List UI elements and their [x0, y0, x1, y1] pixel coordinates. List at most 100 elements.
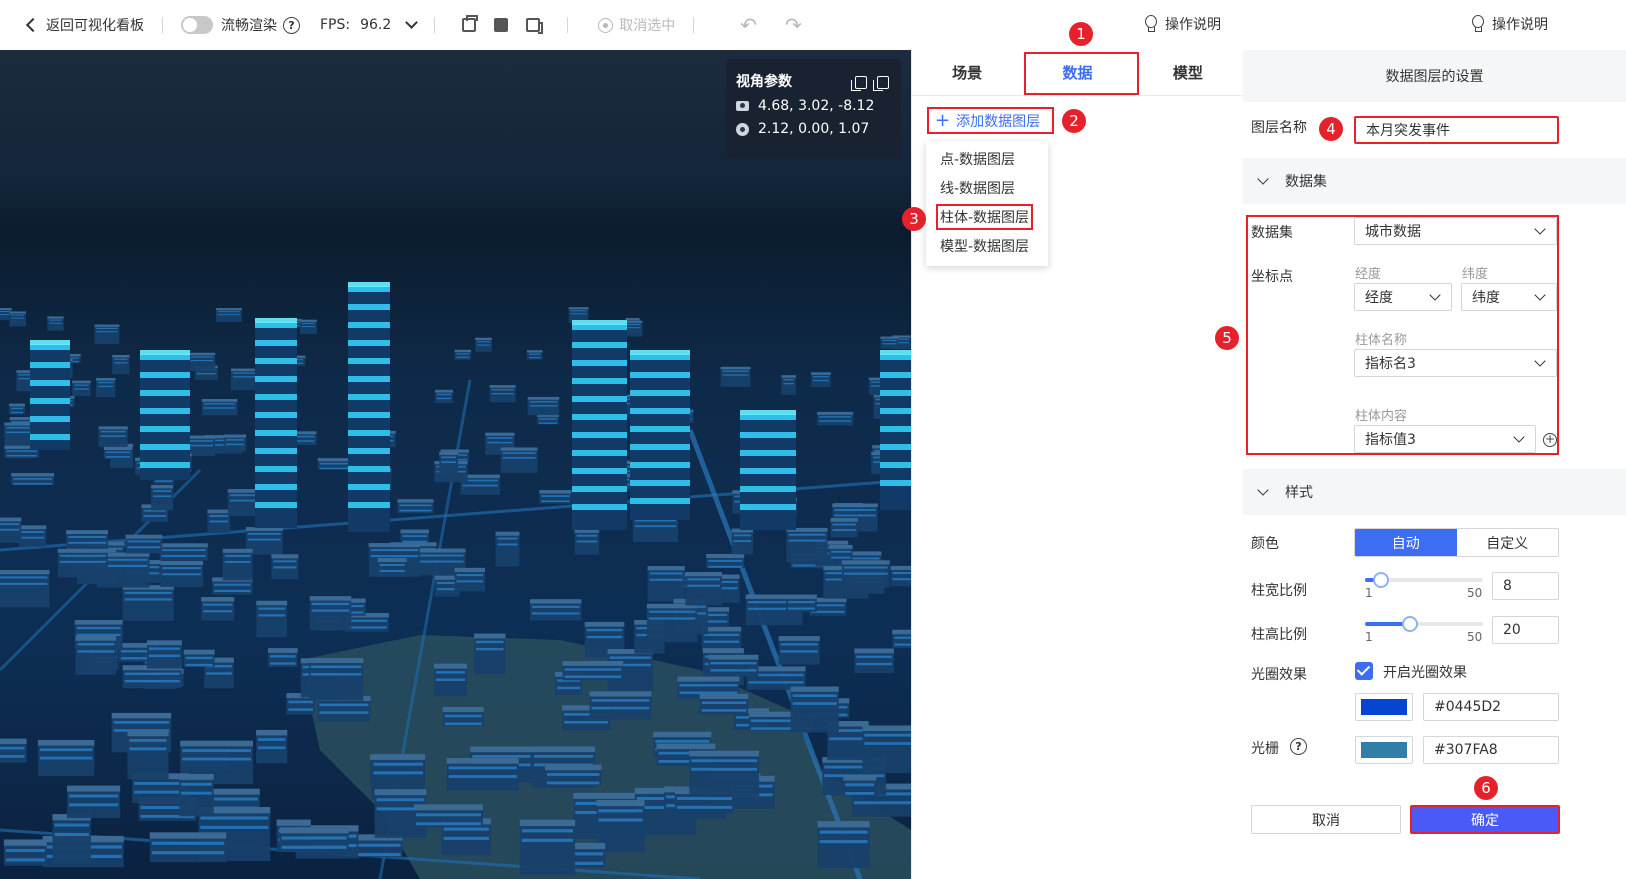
menu-item-column-layer[interactable]: 柱体-数据图层 [926, 202, 1048, 231]
tower-light-band [630, 426, 690, 432]
tower-light-band [255, 502, 297, 508]
help-link[interactable]: 操作说明 [1471, 14, 1548, 34]
slider-thumb[interactable] [1373, 572, 1389, 588]
height-ratio-input[interactable]: 20 [1492, 616, 1559, 644]
redo-icon[interactable]: ↷ [785, 13, 802, 37]
width-ratio-slider[interactable]: 1 50 [1365, 570, 1483, 600]
slider-thumb[interactable] [1402, 616, 1418, 632]
building-roof [778, 636, 820, 641]
chevron-down-icon[interactable] [405, 16, 419, 29]
building-window [487, 437, 513, 439]
building-roof [454, 349, 472, 353]
style-section-header[interactable]: 样式 [1243, 469, 1626, 515]
building-window [792, 694, 837, 698]
building-roof [256, 729, 288, 736]
column-name-select[interactable]: 指标名3 [1354, 349, 1557, 377]
smooth-render-toggle[interactable] [181, 16, 213, 34]
building-window [703, 640, 740, 643]
building-window [76, 633, 121, 637]
building-window [258, 607, 286, 610]
help-link[interactable]: 操作说明 [1144, 14, 1221, 34]
width-ratio-label: 柱宽比例 [1251, 583, 1307, 599]
add-circle-icon[interactable]: + [1543, 433, 1557, 447]
grating-color-swatch[interactable] [1355, 736, 1413, 764]
layer-name-input[interactable]: 本月突发事件 [1354, 116, 1559, 144]
building-window [819, 840, 868, 844]
confirm-button[interactable]: 确定 [1410, 805, 1560, 834]
color-auto-button[interactable]: 自动 [1355, 529, 1457, 556]
building-window [209, 520, 229, 523]
tower [140, 350, 190, 480]
tower-light-band [255, 430, 297, 436]
paste-icon[interactable] [873, 76, 889, 91]
building-window [813, 376, 829, 378]
building-window [402, 535, 428, 538]
halo-color-swatch[interactable] [1355, 693, 1413, 721]
building-window [0, 755, 25, 758]
building-window [788, 607, 815, 610]
view-solid-icon[interactable] [494, 18, 509, 32]
cancel-select-button[interactable]: 取消选中 [598, 15, 675, 35]
building-window [258, 746, 286, 750]
view-side-icon[interactable] [526, 18, 544, 34]
tower-top [630, 350, 690, 355]
back-button[interactable]: 返回可视化看板 [25, 15, 144, 35]
dataset-value: 城市数据 [1365, 224, 1421, 240]
building-window [203, 610, 233, 613]
building [439, 451, 459, 477]
menu-item-line-layer[interactable]: 线-数据图层 [926, 173, 1048, 202]
building-roof [495, 531, 520, 536]
tab-scene[interactable]: 场景 [912, 50, 1022, 95]
halo-color-input[interactable]: #0445D2 [1423, 693, 1559, 721]
grating-color-input[interactable]: #307FA8 [1423, 736, 1559, 764]
building-window [546, 773, 600, 776]
3d-city-viewport[interactable]: 视角参数 4.68, 3.02, -8.12 2.12, 0.00, 1.07 [0, 50, 911, 879]
building-roof [271, 554, 299, 559]
tower-light-band [30, 398, 70, 404]
view-front-icon[interactable] [462, 15, 479, 32]
building-window [311, 602, 350, 606]
building-roof [127, 730, 169, 737]
tab-model[interactable]: 模型 [1133, 50, 1243, 95]
camera-position-row: 4.68, 3.02, -8.12 [736, 98, 891, 114]
building-roof [47, 316, 64, 319]
city-scene [0, 282, 911, 879]
building-roof [146, 640, 183, 646]
building-window [288, 708, 314, 711]
building-roof [0, 517, 22, 522]
layer-name-label: 图层名称 [1251, 120, 1307, 136]
help-circle-icon[interactable]: ? [1290, 738, 1307, 755]
building-window [448, 775, 517, 778]
undo-icon[interactable]: ↶ [740, 13, 757, 37]
building-roof [786, 594, 817, 599]
height-ratio-label: 柱高比例 [1251, 627, 1307, 643]
tab-data[interactable]: 数据 [1022, 50, 1132, 95]
halo-checkbox[interactable] [1355, 662, 1373, 680]
dataset-select[interactable]: 城市数据 [1354, 217, 1557, 245]
width-ratio-input[interactable]: 8 [1492, 572, 1559, 600]
building-roof [843, 774, 877, 781]
column-content-select[interactable]: 指标值3 [1354, 425, 1536, 453]
menu-item-point-layer[interactable]: 点-数据图层 [926, 144, 1048, 173]
cancel-button[interactable]: 取消 [1251, 805, 1401, 834]
longitude-select[interactable]: 经度 [1354, 283, 1452, 311]
menu-item-model-layer[interactable]: 模型-数据图层 [926, 231, 1048, 260]
color-custom-button[interactable]: 自定义 [1457, 529, 1559, 556]
tower-light-band [630, 480, 690, 486]
longitude-value: 经度 [1365, 290, 1393, 306]
building [127, 730, 169, 780]
building-window [529, 357, 541, 359]
building-window [491, 393, 514, 395]
camera-target-row: 2.12, 0.00, 1.07 [736, 121, 891, 137]
building-window [373, 771, 424, 775]
add-data-layer-button[interactable]: + 添加数据图层 [927, 107, 1054, 134]
latitude-select[interactable]: 纬度 [1461, 283, 1557, 311]
building [862, 725, 911, 774]
building-window [59, 560, 106, 563]
copy-icon[interactable] [851, 76, 867, 91]
dataset-section-header[interactable]: 数据集 [1243, 158, 1626, 204]
help-circle-icon[interactable]: ? [283, 16, 300, 34]
building-window [13, 478, 53, 480]
height-ratio-slider[interactable]: 1 50 [1365, 614, 1483, 644]
building-window [829, 737, 867, 741]
